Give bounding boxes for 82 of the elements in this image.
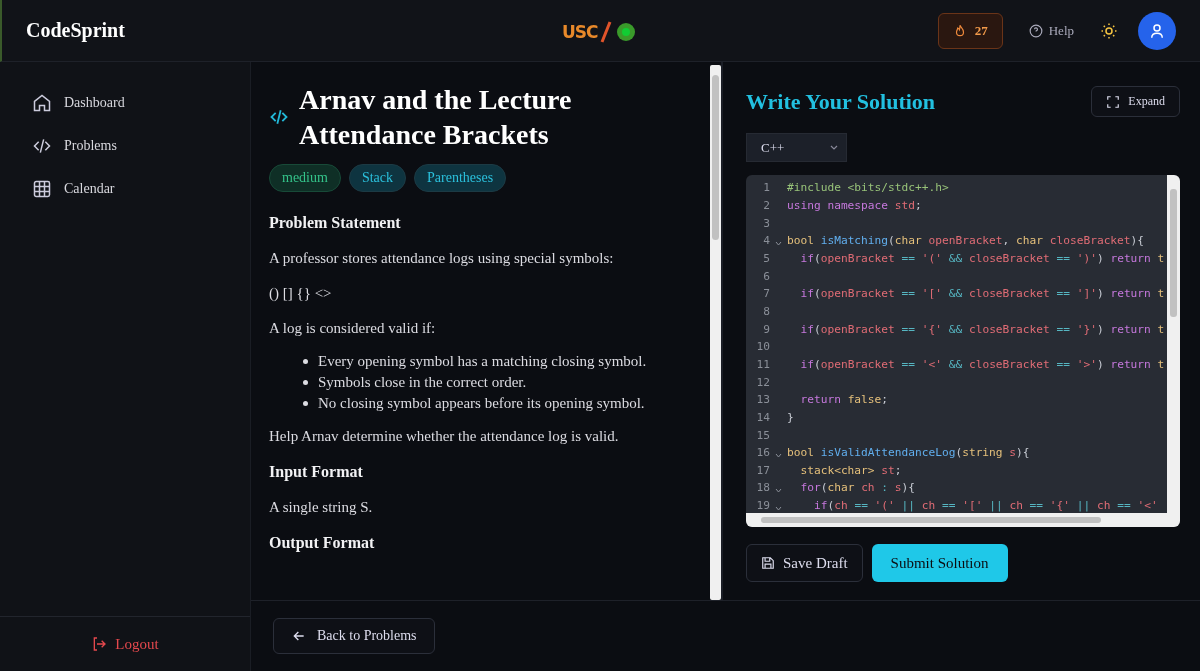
line-number: 13 xyxy=(755,393,770,407)
line-number: 17 xyxy=(755,463,770,477)
list-item: Every opening symbol has a matching closing symbol. xyxy=(318,353,647,370)
caret-icon xyxy=(830,144,838,151)
logout-icon xyxy=(91,636,108,652)
paragraph: A log is considered valid if: xyxy=(269,320,437,337)
code-line: stack<char> st; xyxy=(799,463,902,477)
grid-icon xyxy=(32,178,52,199)
code-line: #include <bits/stdc++.h> xyxy=(787,181,949,195)
line-number: 19 xyxy=(755,499,770,513)
line-number: 6 xyxy=(762,269,770,283)
code-line: bool isValidAttendanceLog(string s){ xyxy=(787,446,1030,460)
code-line: if(openBracket == '[' && closeBracket == ']') return t xyxy=(799,287,1165,301)
line-number: 15 xyxy=(755,428,770,442)
avatar[interactable] xyxy=(1138,11,1176,50)
fold-caret-icon[interactable] xyxy=(775,505,782,511)
line-number: 2 xyxy=(762,199,770,212)
line-number: 5 xyxy=(762,251,770,265)
home-icon xyxy=(32,92,52,113)
submit-button[interactable]: Submit Solution xyxy=(871,544,1008,582)
code-line: bool isMatching(char openBracket, char closeBracket){ xyxy=(787,234,1145,248)
expand-icon xyxy=(1106,94,1121,109)
fold-caret-icon[interactable] xyxy=(775,452,782,458)
sun-icon[interactable] xyxy=(1100,21,1118,40)
scrollbar[interactable] xyxy=(746,513,1180,527)
language-dropdown[interactable]: C++ xyxy=(746,133,847,162)
code-line: if(openBracket == '{' && closeBracket == '}') return t xyxy=(799,322,1165,336)
code-line: for(char ch : s){ xyxy=(799,481,916,495)
line-number: 1 xyxy=(762,181,770,195)
line-number: 4 xyxy=(762,234,770,248)
list-item: No closing symbol appears before its opening symbol. xyxy=(318,395,645,412)
sidebar-item[interactable]: Dashboard xyxy=(32,90,250,115)
paragraph: Help Arnav determine whether the attendance log is valid. xyxy=(269,428,620,445)
save-button[interactable]: Save Draft xyxy=(746,544,863,582)
bullet-icon xyxy=(303,380,308,385)
code-line: if(openBracket == '(' && closeBracket == ')') return t xyxy=(799,251,1165,265)
help-icon xyxy=(1028,23,1043,38)
bullet-icon xyxy=(303,359,308,364)
section-heading: Output Format xyxy=(269,534,376,552)
tag: Stack xyxy=(348,164,406,192)
brand-name: CodeSprint xyxy=(26,19,125,42)
code-line: if(openBracket == '<' && closeBracket == '>') return t xyxy=(799,357,1165,371)
expand-button[interactable]: Expand xyxy=(1091,86,1180,117)
tag: Parentheses xyxy=(414,164,507,192)
code-icon xyxy=(269,107,289,127)
sidebar-item[interactable]: Problems xyxy=(32,133,250,158)
line-number: 8 xyxy=(762,304,770,318)
logout-button[interactable]: Logout xyxy=(85,634,165,654)
fold-caret-icon[interactable] xyxy=(775,240,782,246)
list-item: Symbols close in the correct order. xyxy=(318,374,527,391)
bullet-icon xyxy=(303,401,308,406)
logo: USC xyxy=(562,20,640,44)
save-icon xyxy=(761,556,775,570)
fold-caret-icon[interactable] xyxy=(775,488,782,493)
line-number: 18 xyxy=(755,481,770,495)
tag: medium xyxy=(269,164,341,192)
scrollbar[interactable] xyxy=(710,65,721,600)
code-line: using namespace std; xyxy=(787,199,922,212)
section-heading: Problem Statement xyxy=(269,214,402,232)
code-line: return false; xyxy=(799,393,889,407)
editor-title: Write Your Solution xyxy=(746,88,936,115)
code-line: } xyxy=(787,410,794,424)
line-number: 3 xyxy=(762,216,770,230)
scrollbar[interactable] xyxy=(1167,175,1180,513)
line-number: 9 xyxy=(762,322,770,336)
problem-title: Arnav and the Lecture Attendance Brackets xyxy=(299,83,573,152)
back-button[interactable]: Back to Problems xyxy=(273,618,435,654)
line-number: 7 xyxy=(762,287,770,301)
sidebar-item[interactable]: Calendar xyxy=(32,176,250,201)
help-button[interactable]: Help xyxy=(1022,21,1080,40)
line-number: 10 xyxy=(755,340,770,354)
line-number: 16 xyxy=(755,446,770,460)
streak-button[interactable]: 27 xyxy=(937,12,1003,49)
paragraph: () [] {} <> xyxy=(269,285,333,302)
paragraph: A professor stores attendance logs using special symbols: xyxy=(269,250,615,267)
code-editor[interactable] xyxy=(746,175,1180,527)
line-number: 12 xyxy=(755,375,770,389)
line-number: 11 xyxy=(755,357,770,371)
line-number: 14 xyxy=(755,410,770,424)
paragraph: A single string S. xyxy=(269,499,374,516)
section-heading: Input Format xyxy=(269,463,364,481)
code-line: if(ch == '(' || ch == '[' || ch == '{' || ch == '<' xyxy=(812,499,1158,513)
